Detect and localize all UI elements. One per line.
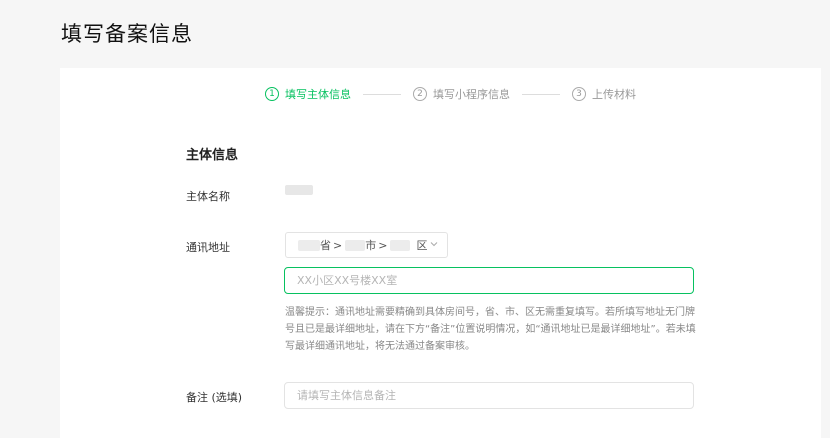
city-redacted	[345, 239, 366, 251]
stepper: 1 填写主体信息 2 填写小程序信息 3 上传材料	[265, 86, 636, 102]
address-label: 通讯地址	[186, 241, 230, 254]
remark-label: 备注 (选填)	[186, 391, 243, 404]
district-redacted	[390, 239, 411, 251]
step-label: 上传材料	[592, 88, 636, 101]
district-suffix: 区	[416, 239, 428, 252]
step-3: 3 上传材料	[572, 86, 636, 102]
step-number-circle: 2	[413, 87, 427, 101]
region-separator: >	[333, 238, 343, 252]
region-select[interactable]: 省 > 市 > 区	[285, 232, 448, 258]
step-number-circle: 3	[572, 87, 586, 101]
province-suffix: 省	[320, 239, 331, 252]
step-2: 2 填写小程序信息	[413, 86, 510, 102]
step-label: 填写小程序信息	[433, 88, 510, 101]
step-label: 填写主体信息	[285, 88, 351, 101]
entity-name-label: 主体名称	[186, 190, 230, 203]
step-1: 1 填写主体信息	[265, 86, 351, 102]
address-hint-text: 温馨提示：通讯地址需要精确到具体房间号，省、市、区无需重复填写。若所填写地址无门…	[285, 307, 696, 352]
section-title: 主体信息	[186, 148, 239, 163]
form-card: 1 填写主体信息 2 填写小程序信息 3 上传材料 主体信息 主体名称 通讯地址…	[60, 68, 821, 438]
chevron-down-icon	[429, 239, 439, 252]
step-divider	[522, 93, 560, 95]
region-separator: >	[378, 238, 388, 252]
remark-input[interactable]	[284, 382, 694, 409]
page-title: 填写备案信息	[61, 22, 193, 46]
step-number-circle: 1	[265, 87, 279, 101]
city-suffix: 市	[365, 239, 377, 252]
entity-name-value-redacted	[285, 185, 313, 195]
province-redacted	[298, 239, 320, 251]
step-divider	[363, 93, 401, 95]
address-detail-input[interactable]	[284, 267, 694, 294]
